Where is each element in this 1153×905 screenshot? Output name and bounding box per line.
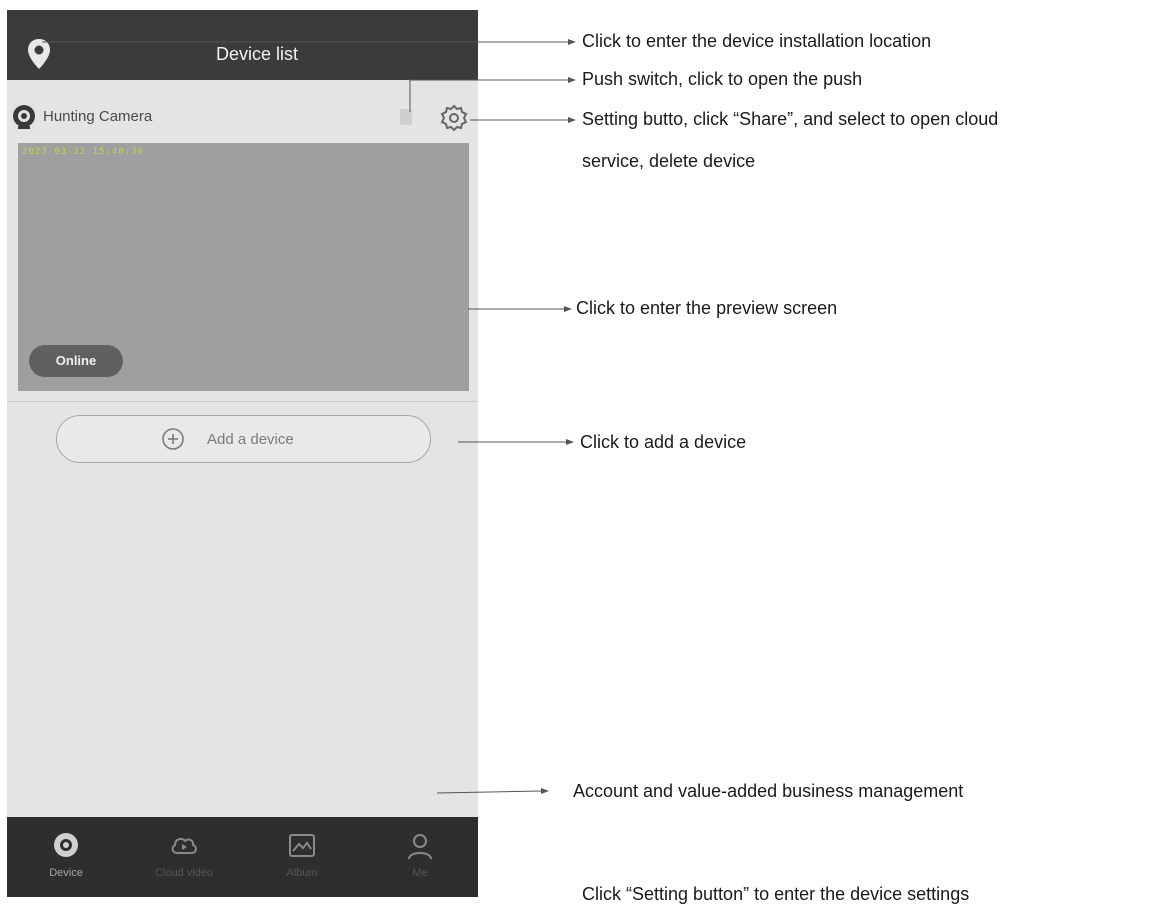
annotation-preview: Click to enter the preview screen — [576, 298, 838, 318]
annotation-settings: Setting butto, click “Share”, and select… — [582, 109, 999, 129]
callout-lines — [42, 39, 576, 794]
annotation-location: Click to enter the device installation l… — [582, 31, 932, 51]
annotation-add: Click to add a device — [580, 432, 747, 452]
annotation-settings-cont: service, delete device — [582, 151, 756, 171]
annotation-cutoff: Click “Setting button” to enter the devi… — [582, 884, 970, 904]
annotation-account: Account and value-added business managem… — [573, 781, 964, 801]
annotation-push: Push switch, click to open the push — [582, 69, 863, 89]
